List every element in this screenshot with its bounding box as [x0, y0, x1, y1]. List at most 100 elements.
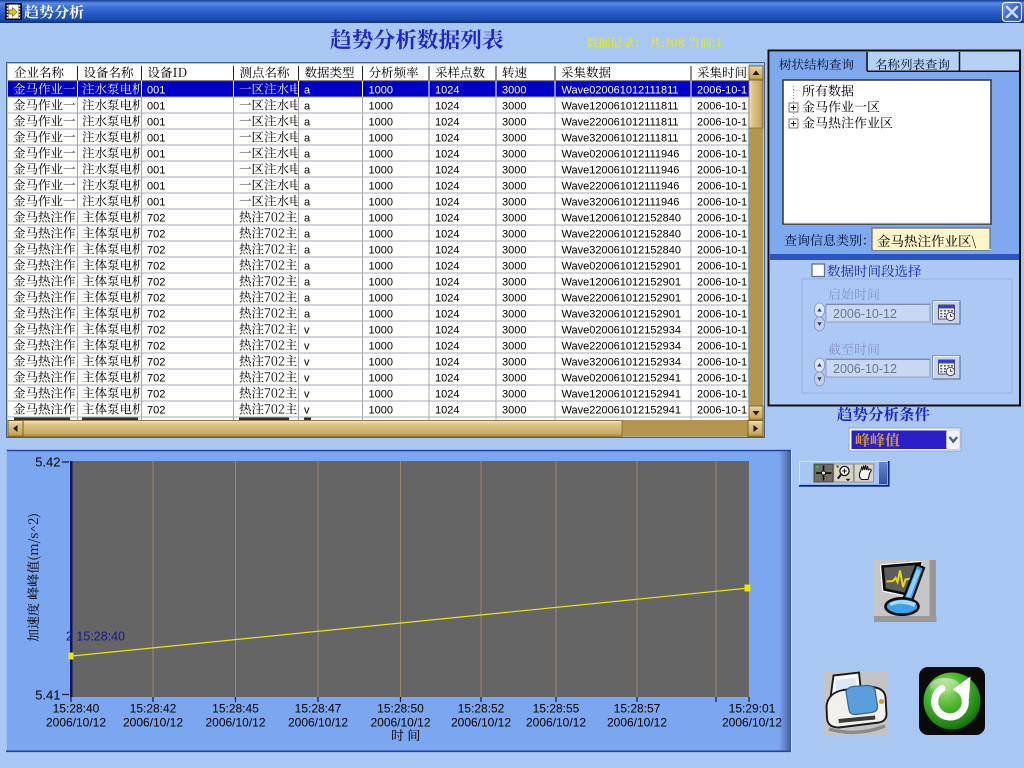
svg-text:1000: 1000: [369, 373, 393, 385]
svg-text:3000: 3000: [502, 165, 526, 177]
svg-text:2006-10-1: 2006-10-1: [697, 277, 747, 289]
svg-text:1024: 1024: [435, 181, 459, 193]
svg-text:2006-10-1: 2006-10-1: [697, 357, 747, 369]
svg-text:Wave220061012152941: Wave220061012152941: [562, 405, 681, 417]
svg-text:2006/10/12: 2006/10/12: [370, 716, 430, 730]
svg-text:702: 702: [147, 405, 165, 417]
svg-text:2006/10/12: 2006/10/12: [205, 716, 265, 730]
svg-text:2006-10-1: 2006-10-1: [697, 197, 747, 209]
svg-text:a: a: [304, 133, 311, 145]
svg-text:v: v: [304, 357, 310, 369]
svg-text:1000: 1000: [369, 197, 393, 209]
svg-text:702: 702: [147, 229, 165, 241]
svg-text:1000: 1000: [369, 261, 393, 273]
svg-text:1024: 1024: [435, 325, 459, 337]
svg-text:2006-10-12: 2006-10-12: [833, 307, 897, 321]
svg-text:Wave220061012152934: Wave220061012152934: [562, 341, 681, 353]
svg-text:2006-10-1: 2006-10-1: [697, 245, 747, 257]
svg-text:a: a: [304, 117, 311, 129]
svg-text:3000: 3000: [502, 341, 526, 353]
svg-text:1024: 1024: [435, 405, 459, 417]
svg-text:Wave320061012111811: Wave320061012111811: [562, 133, 679, 145]
svg-text:1000: 1000: [369, 149, 393, 161]
svg-text:3000: 3000: [502, 213, 526, 225]
svg-text:a: a: [304, 277, 311, 289]
svg-text:Wave020061012152934: Wave020061012152934: [562, 325, 681, 337]
svg-text:702: 702: [147, 341, 165, 353]
svg-text:1000: 1000: [369, 293, 393, 305]
svg-text:2006-10-1: 2006-10-1: [697, 101, 747, 113]
svg-text:Wave020061012152941: Wave020061012152941: [562, 373, 681, 385]
svg-text:3000: 3000: [502, 293, 526, 305]
svg-text:1024: 1024: [435, 117, 459, 129]
svg-text:1024: 1024: [435, 197, 459, 209]
svg-text:702: 702: [147, 357, 165, 369]
svg-text:Wave320061012111946: Wave320061012111946: [562, 197, 680, 209]
svg-text:Wave120061012111946: Wave120061012111946: [562, 165, 680, 177]
svg-text:15:28:55: 15:28:55: [533, 702, 580, 716]
svg-text:1024: 1024: [435, 149, 459, 161]
svg-text:a: a: [304, 85, 311, 97]
svg-text:2006-10-1: 2006-10-1: [697, 261, 747, 273]
svg-text:1000: 1000: [369, 405, 393, 417]
svg-text:1000: 1000: [369, 85, 393, 97]
svg-text:3000: 3000: [502, 389, 526, 401]
svg-text:2006/10/12: 2006/10/12: [451, 716, 511, 730]
svg-text:2006-10-1: 2006-10-1: [697, 181, 747, 193]
svg-text:702: 702: [147, 277, 165, 289]
svg-text:2006/10/12: 2006/10/12: [526, 716, 586, 730]
svg-text:2006/10/12: 2006/10/12: [607, 716, 667, 730]
svg-text:v: v: [304, 405, 310, 417]
svg-text:Wave320061012152934: Wave320061012152934: [562, 357, 681, 369]
svg-text:3000: 3000: [502, 229, 526, 241]
svg-text:2006-10-1: 2006-10-1: [697, 165, 747, 177]
svg-text:3000: 3000: [502, 245, 526, 257]
svg-text:1024: 1024: [435, 245, 459, 257]
svg-text:Wave220061012152901: Wave220061012152901: [562, 293, 681, 305]
svg-text:2006-10-12: 2006-10-12: [833, 362, 897, 376]
svg-text:2006-10-1: 2006-10-1: [697, 309, 747, 321]
svg-text:1000: 1000: [369, 229, 393, 241]
svg-text:1000: 1000: [369, 277, 393, 289]
svg-text:1024: 1024: [435, 213, 459, 225]
svg-text:v: v: [304, 341, 310, 353]
svg-text:1024: 1024: [435, 229, 459, 241]
svg-text:001: 001: [147, 181, 165, 193]
svg-text:15:28:40: 15:28:40: [53, 702, 100, 716]
svg-text:1024: 1024: [435, 357, 459, 369]
svg-text:15:28:50: 15:28:50: [377, 702, 424, 716]
svg-text:1000: 1000: [369, 325, 393, 337]
svg-text:a: a: [304, 149, 311, 161]
svg-text:Wave020061012111946: Wave020061012111946: [562, 149, 680, 161]
svg-text:2006/10/12: 2006/10/12: [722, 716, 782, 730]
svg-text:v: v: [304, 325, 310, 337]
svg-text:2006-10-1: 2006-10-1: [697, 341, 747, 353]
svg-text:1000: 1000: [369, 213, 393, 225]
svg-text:5.41: 5.41: [35, 688, 60, 703]
svg-text:001: 001: [147, 133, 165, 145]
svg-text:2006/10/12: 2006/10/12: [46, 716, 106, 730]
svg-text:1024: 1024: [435, 293, 459, 305]
svg-text:2006-10-1: 2006-10-1: [697, 389, 747, 401]
svg-text:702: 702: [147, 293, 165, 305]
svg-text:2006-10-1: 2006-10-1: [697, 133, 747, 145]
svg-text:1024: 1024: [435, 101, 459, 113]
svg-text:1000: 1000: [369, 389, 393, 401]
svg-text:3000: 3000: [502, 181, 526, 193]
svg-text:3000: 3000: [502, 85, 526, 97]
svg-text:a: a: [304, 245, 311, 257]
svg-text:3000: 3000: [502, 197, 526, 209]
svg-text:a: a: [304, 261, 311, 273]
svg-text:702: 702: [147, 325, 165, 337]
svg-text:2006/10/12: 2006/10/12: [288, 716, 348, 730]
svg-text:Wave320061012152840: Wave320061012152840: [562, 245, 681, 257]
svg-text:Wave220061012111946: Wave220061012111946: [562, 181, 680, 193]
svg-text:1000: 1000: [369, 341, 393, 353]
svg-text:3000: 3000: [502, 277, 526, 289]
svg-text:1024: 1024: [435, 309, 459, 321]
svg-text:1000: 1000: [369, 117, 393, 129]
svg-text:3000: 3000: [502, 357, 526, 369]
svg-text:Wave020061012111811: Wave020061012111811: [562, 85, 679, 97]
svg-text:Wave220061012111811: Wave220061012111811: [562, 117, 679, 129]
svg-text:1024: 1024: [435, 277, 459, 289]
